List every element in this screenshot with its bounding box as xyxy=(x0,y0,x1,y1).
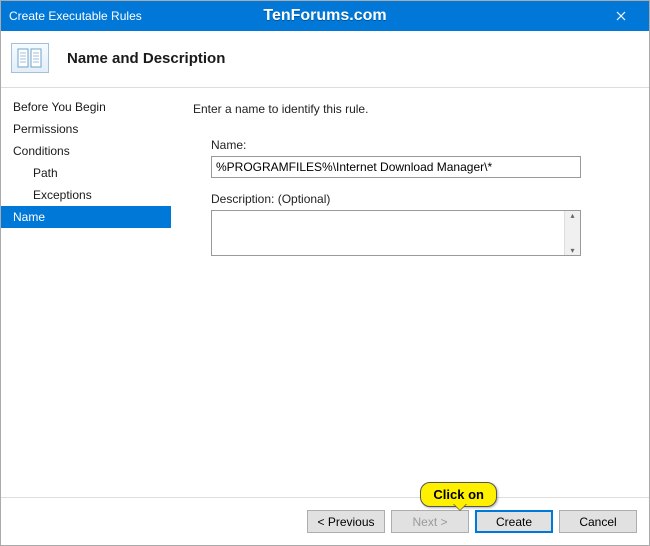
cancel-button[interactable]: Cancel xyxy=(559,510,637,533)
description-wrap: ▴ ▾ xyxy=(211,210,581,256)
sidebar-item-conditions[interactable]: Conditions xyxy=(1,140,171,162)
description-label: Description: (Optional) xyxy=(211,192,631,206)
wizard-window: Create Executable Rules TenForums.com Na… xyxy=(0,0,650,546)
wizard-content: Enter a name to identify this rule. Name… xyxy=(171,88,649,497)
window-title: Create Executable Rules xyxy=(9,9,142,23)
document-icon xyxy=(17,48,43,68)
instruction-text: Enter a name to identify this rule. xyxy=(193,102,631,116)
textarea-scrollbar[interactable]: ▴ ▾ xyxy=(564,211,580,255)
titlebar: Create Executable Rules TenForums.com xyxy=(1,1,649,31)
wizard-sidebar: Before You Begin Permissions Conditions … xyxy=(1,88,171,497)
scroll-up-icon: ▴ xyxy=(570,211,574,220)
create-button[interactable]: Create xyxy=(475,510,553,533)
annotation-callout: Click on xyxy=(420,482,497,507)
wizard-icon xyxy=(11,43,49,73)
sidebar-item-path[interactable]: Path xyxy=(1,162,171,184)
sidebar-item-exceptions[interactable]: Exceptions xyxy=(1,184,171,206)
sidebar-item-permissions[interactable]: Permissions xyxy=(1,118,171,140)
wizard-body: Before You Begin Permissions Conditions … xyxy=(1,88,649,497)
name-label: Name: xyxy=(211,138,631,152)
wizard-header: Name and Description xyxy=(1,31,649,88)
name-input[interactable] xyxy=(211,156,581,178)
page-title: Name and Description xyxy=(67,50,225,67)
sidebar-item-before-you-begin[interactable]: Before You Begin xyxy=(1,96,171,118)
close-icon xyxy=(616,11,626,21)
wizard-footer: Click on < Previous Next > Create Cancel xyxy=(1,497,649,545)
sidebar-item-name[interactable]: Name xyxy=(1,206,171,228)
scroll-down-icon: ▾ xyxy=(570,246,574,255)
previous-button[interactable]: < Previous xyxy=(307,510,385,533)
close-button[interactable] xyxy=(601,1,641,31)
description-input[interactable] xyxy=(212,211,564,255)
watermark-text: TenForums.com xyxy=(263,7,386,25)
